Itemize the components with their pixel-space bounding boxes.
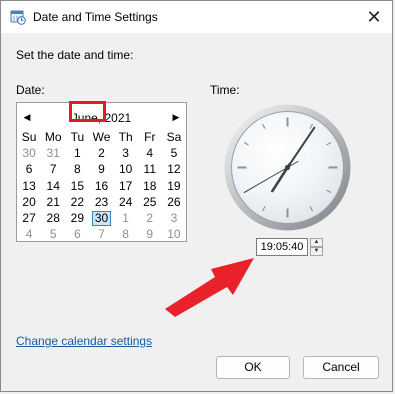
calendar-day[interactable]: 22 (65, 194, 89, 210)
weekday-label: Mo (44, 130, 62, 144)
calendar-day[interactable]: 8 (114, 226, 138, 242)
calendar-day[interactable]: 24 (114, 194, 138, 210)
chevron-up-icon: ▲ (313, 239, 320, 245)
calendar-day[interactable]: 6 (65, 226, 89, 242)
calendar-day[interactable]: 11 (138, 161, 162, 177)
time-label: Time: (210, 83, 240, 97)
calendar-clock-icon (10, 10, 26, 25)
cancel-button[interactable]: Cancel (303, 356, 379, 379)
calendar-day[interactable]: 21 (41, 194, 65, 210)
calendar-day[interactable]: 27 (17, 210, 41, 226)
calendar-day[interactable]: 19 (162, 178, 186, 194)
next-month-button[interactable]: ▶ (169, 109, 183, 125)
calendar-day[interactable]: 1 (65, 145, 89, 161)
weekday-label: Th (118, 130, 133, 144)
calendar-day[interactable]: 23 (89, 194, 113, 210)
calendar-week-row: 27 28 29 30 1 2 3 (17, 210, 186, 226)
calendar-day[interactable]: 13 (17, 178, 41, 194)
weekday-label: Tu (70, 130, 85, 144)
calendar-week-row: 13 14 15 16 17 18 19 (17, 178, 186, 194)
weekday-label: Fr (144, 130, 156, 144)
month-title[interactable]: June, 2021 (17, 111, 186, 125)
calendar-week-row: 30 31 1 2 3 4 5 (17, 145, 186, 161)
calendar-day[interactable]: 6 (17, 161, 41, 177)
calendar-day[interactable]: 8 (65, 161, 89, 177)
calendar-day[interactable]: 4 (138, 145, 162, 161)
calendar-day[interactable]: 16 (89, 178, 113, 194)
calendar-week-row: 6 7 8 9 10 11 12 (17, 161, 186, 177)
calendar-day[interactable]: 7 (89, 226, 113, 242)
clock-center-pin (284, 164, 291, 171)
weekday-header-row: Su Mo Tu We Th Fr Sa (17, 129, 186, 145)
time-decrement-button[interactable]: ▼ (310, 247, 323, 256)
chevron-down-icon: ▼ (313, 248, 320, 254)
weekday-label: Sa (166, 130, 182, 144)
calendar-day[interactable]: 25 (138, 194, 162, 210)
calendar-day[interactable]: 7 (41, 161, 65, 177)
calendar-day[interactable]: 18 (138, 178, 162, 194)
calendar-day[interactable]: 2 (89, 145, 113, 161)
calendar-day[interactable]: 12 (162, 161, 186, 177)
calendar-day[interactable]: 14 (41, 178, 65, 194)
weekday-label: We (92, 130, 111, 144)
calendar-day[interactable]: 9 (138, 226, 162, 242)
weekday-label: Su (21, 130, 37, 144)
calendar-day[interactable]: 5 (41, 226, 65, 242)
calendar-week-row: 20 21 22 23 24 25 26 (17, 194, 186, 210)
window-title: Date and Time Settings (33, 10, 158, 24)
date-label: Date: (16, 83, 45, 97)
date-time-dialog: Date and Time Settings ✕ Set the date an… (0, 0, 393, 392)
calendar-day[interactable]: 1 (114, 210, 138, 226)
time-spinner: ▲ ▼ (310, 238, 323, 256)
close-button[interactable]: ✕ (362, 5, 386, 29)
calendar-day[interactable]: 4 (17, 226, 41, 242)
calendar-day[interactable]: 3 (162, 210, 186, 226)
calendar-day[interactable]: 26 (162, 194, 186, 210)
calendar-day[interactable]: 20 (17, 194, 41, 210)
analog-clock (224, 104, 351, 231)
instruction-text: Set the date and time: (16, 48, 134, 62)
close-icon: ✕ (366, 7, 382, 27)
calendar-day[interactable]: 5 (162, 145, 186, 161)
title-bar: Date and Time Settings ✕ (1, 1, 392, 33)
calendar-day[interactable]: 30 (17, 145, 41, 161)
calendar-day[interactable]: 15 (65, 178, 89, 194)
calendar-day[interactable]: 9 (89, 161, 113, 177)
calendar-day[interactable]: 3 (114, 145, 138, 161)
triangle-right-icon: ▶ (172, 112, 180, 122)
time-increment-button[interactable]: ▲ (310, 238, 323, 247)
calendar-day[interactable]: 28 (41, 210, 65, 226)
red-arrow-annotation (165, 258, 254, 317)
calendar-header: ◀ June, 2021 ▶ (17, 109, 186, 127)
calendar-day[interactable]: 29 (65, 210, 89, 226)
calendar-day[interactable]: 17 (114, 178, 138, 194)
calendar-day[interactable]: 31 (41, 145, 65, 161)
calendar-day[interactable]: 10 (114, 161, 138, 177)
ok-button[interactable]: OK (216, 356, 290, 379)
change-calendar-settings-link[interactable]: Change calendar settings (16, 334, 152, 348)
calendar-day-selected[interactable]: 30 (89, 210, 113, 226)
calendar-week-row: 4 5 6 7 8 9 10 (17, 226, 186, 242)
calendar-grid: Su Mo Tu We Th Fr Sa 30 31 1 2 3 4 5 6 7 8 9 10 11 12 13 14 15 1… (17, 129, 186, 242)
selected-day-label: 30 (91, 210, 112, 226)
calendar-control[interactable]: ◀ June, 2021 ▶ Su Mo Tu We Th Fr Sa 30 31 1 2 3 4 5 6 7… (16, 102, 187, 242)
calendar-day[interactable]: 10 (162, 226, 186, 242)
calendar-day[interactable]: 2 (138, 210, 162, 226)
